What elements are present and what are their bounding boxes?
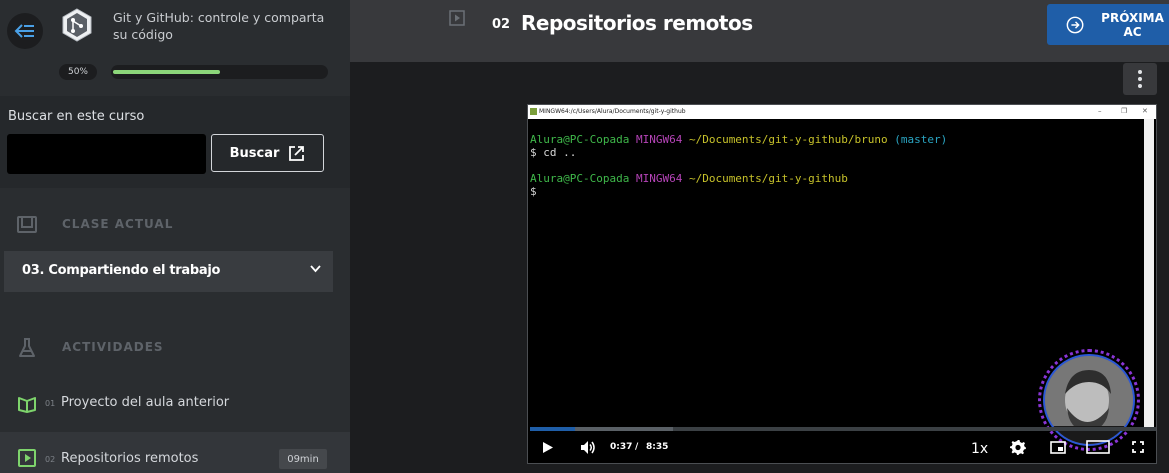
open-book-icon [18,397,36,413]
arrow-right-circle-icon [1066,16,1084,33]
time-separator: / [635,442,639,452]
total-duration: 8:35 [646,442,669,452]
activity-number: 02 [45,455,56,464]
current-class-section: CLASE ACTUAL [0,211,350,237]
search-button-label: Buscar [229,145,280,161]
lesson-title: Repositorios remotos [521,11,753,35]
activity-number: 01 [45,399,56,408]
progress-percentage: 50% [59,64,97,80]
terminal-command-line: $ cd .. [530,146,577,159]
video-play-icon [18,449,36,467]
course-search: Buscar en este curso Buscar [0,96,350,188]
next-activity-label: PRÓXIMA AC [1101,10,1164,39]
activities-section: ACTIVIDADES [0,334,350,360]
terminal-scrollbar [1144,119,1154,429]
kebab-dot [1138,77,1142,81]
picture-in-picture-icon[interactable] [1050,441,1066,454]
minimize-icon: – [1098,107,1102,115]
collapse-menu-icon [14,24,34,38]
activity-label: Repositorios remotos [61,451,199,466]
course-sidebar: Git y GitHub: controle y comparta su cód… [0,0,350,473]
activity-label: Proyecto del aula anterior [61,395,230,410]
current-class-heading: CLASE ACTUAL [62,217,174,231]
mingw-icon [530,108,537,115]
maximize-icon: ❐ [1121,107,1128,115]
next-activity-button[interactable]: PRÓXIMA AC [1047,4,1169,45]
kebab-dot [1138,70,1142,74]
activities-heading: ACTIVIDADES [62,340,164,354]
theater-mode-icon[interactable] [1086,440,1110,454]
video-player[interactable]: MINGW64:/c/Users/Alura/Documents/git-y-g… [527,104,1157,464]
settings-gear-icon[interactable] [1010,439,1026,455]
terminal-window-title: MINGW64:/c/Users/Alura/Documents/git-y-g… [539,108,686,115]
kebab-dot [1138,84,1142,88]
course-progress-fill [113,70,220,74]
current-class-label: 03. Compartiendo el trabajo [22,263,221,278]
book-icon [17,216,37,233]
lesson-header: 02 Repositorios remotos PRÓXIMA AC [350,0,1169,62]
lesson-number: 02 [492,17,511,32]
close-icon: ✕ [1142,107,1148,115]
search-button[interactable]: Buscar [211,134,324,172]
terminal-prompt-line: Alura@PC-Copada MINGW64 ~/Documents/git-… [530,133,948,146]
terminal-window-titlebar: MINGW64:/c/Users/Alura/Documents/git-y-g… [528,105,1156,119]
flask-icon [19,338,35,357]
lesson-content: 02 Repositorios remotos PRÓXIMA AC MINGW… [350,0,1169,473]
git-course-logo [62,8,92,42]
video-controls: 0:37 / 8:35 1x [528,431,1156,463]
back-button[interactable] [7,13,43,49]
terminal-prompt-line: Alura@PC-Copada MINGW64 ~/Documents/git-… [530,172,848,185]
fullscreen-icon[interactable] [1132,441,1144,453]
current-class-dropdown[interactable]: 03. Compartiendo el trabajo [4,251,333,292]
volume-icon[interactable] [580,440,596,455]
chevron-down-icon [310,265,321,273]
playback-speed-button[interactable]: 1x [971,441,988,457]
activity-item-previous-project[interactable]: 01 Proyecto del aula anterior [0,384,350,424]
video-lesson-icon [449,10,465,26]
course-title[interactable]: Git y GitHub: controle y comparta su cód… [113,9,333,43]
terminal-command-line: $ [530,185,537,198]
search-label: Buscar en este curso [8,109,145,124]
play-icon[interactable] [542,441,554,454]
search-input[interactable] [7,134,206,174]
current-time: 0:37 [610,442,633,452]
course-progress-bar [111,65,328,79]
more-options-button[interactable] [1123,63,1157,95]
activity-duration-badge: 09min [279,449,327,469]
external-link-icon [289,145,305,161]
activity-item-remote-repositories[interactable]: 02 Repositorios remotos 09min [0,432,350,473]
